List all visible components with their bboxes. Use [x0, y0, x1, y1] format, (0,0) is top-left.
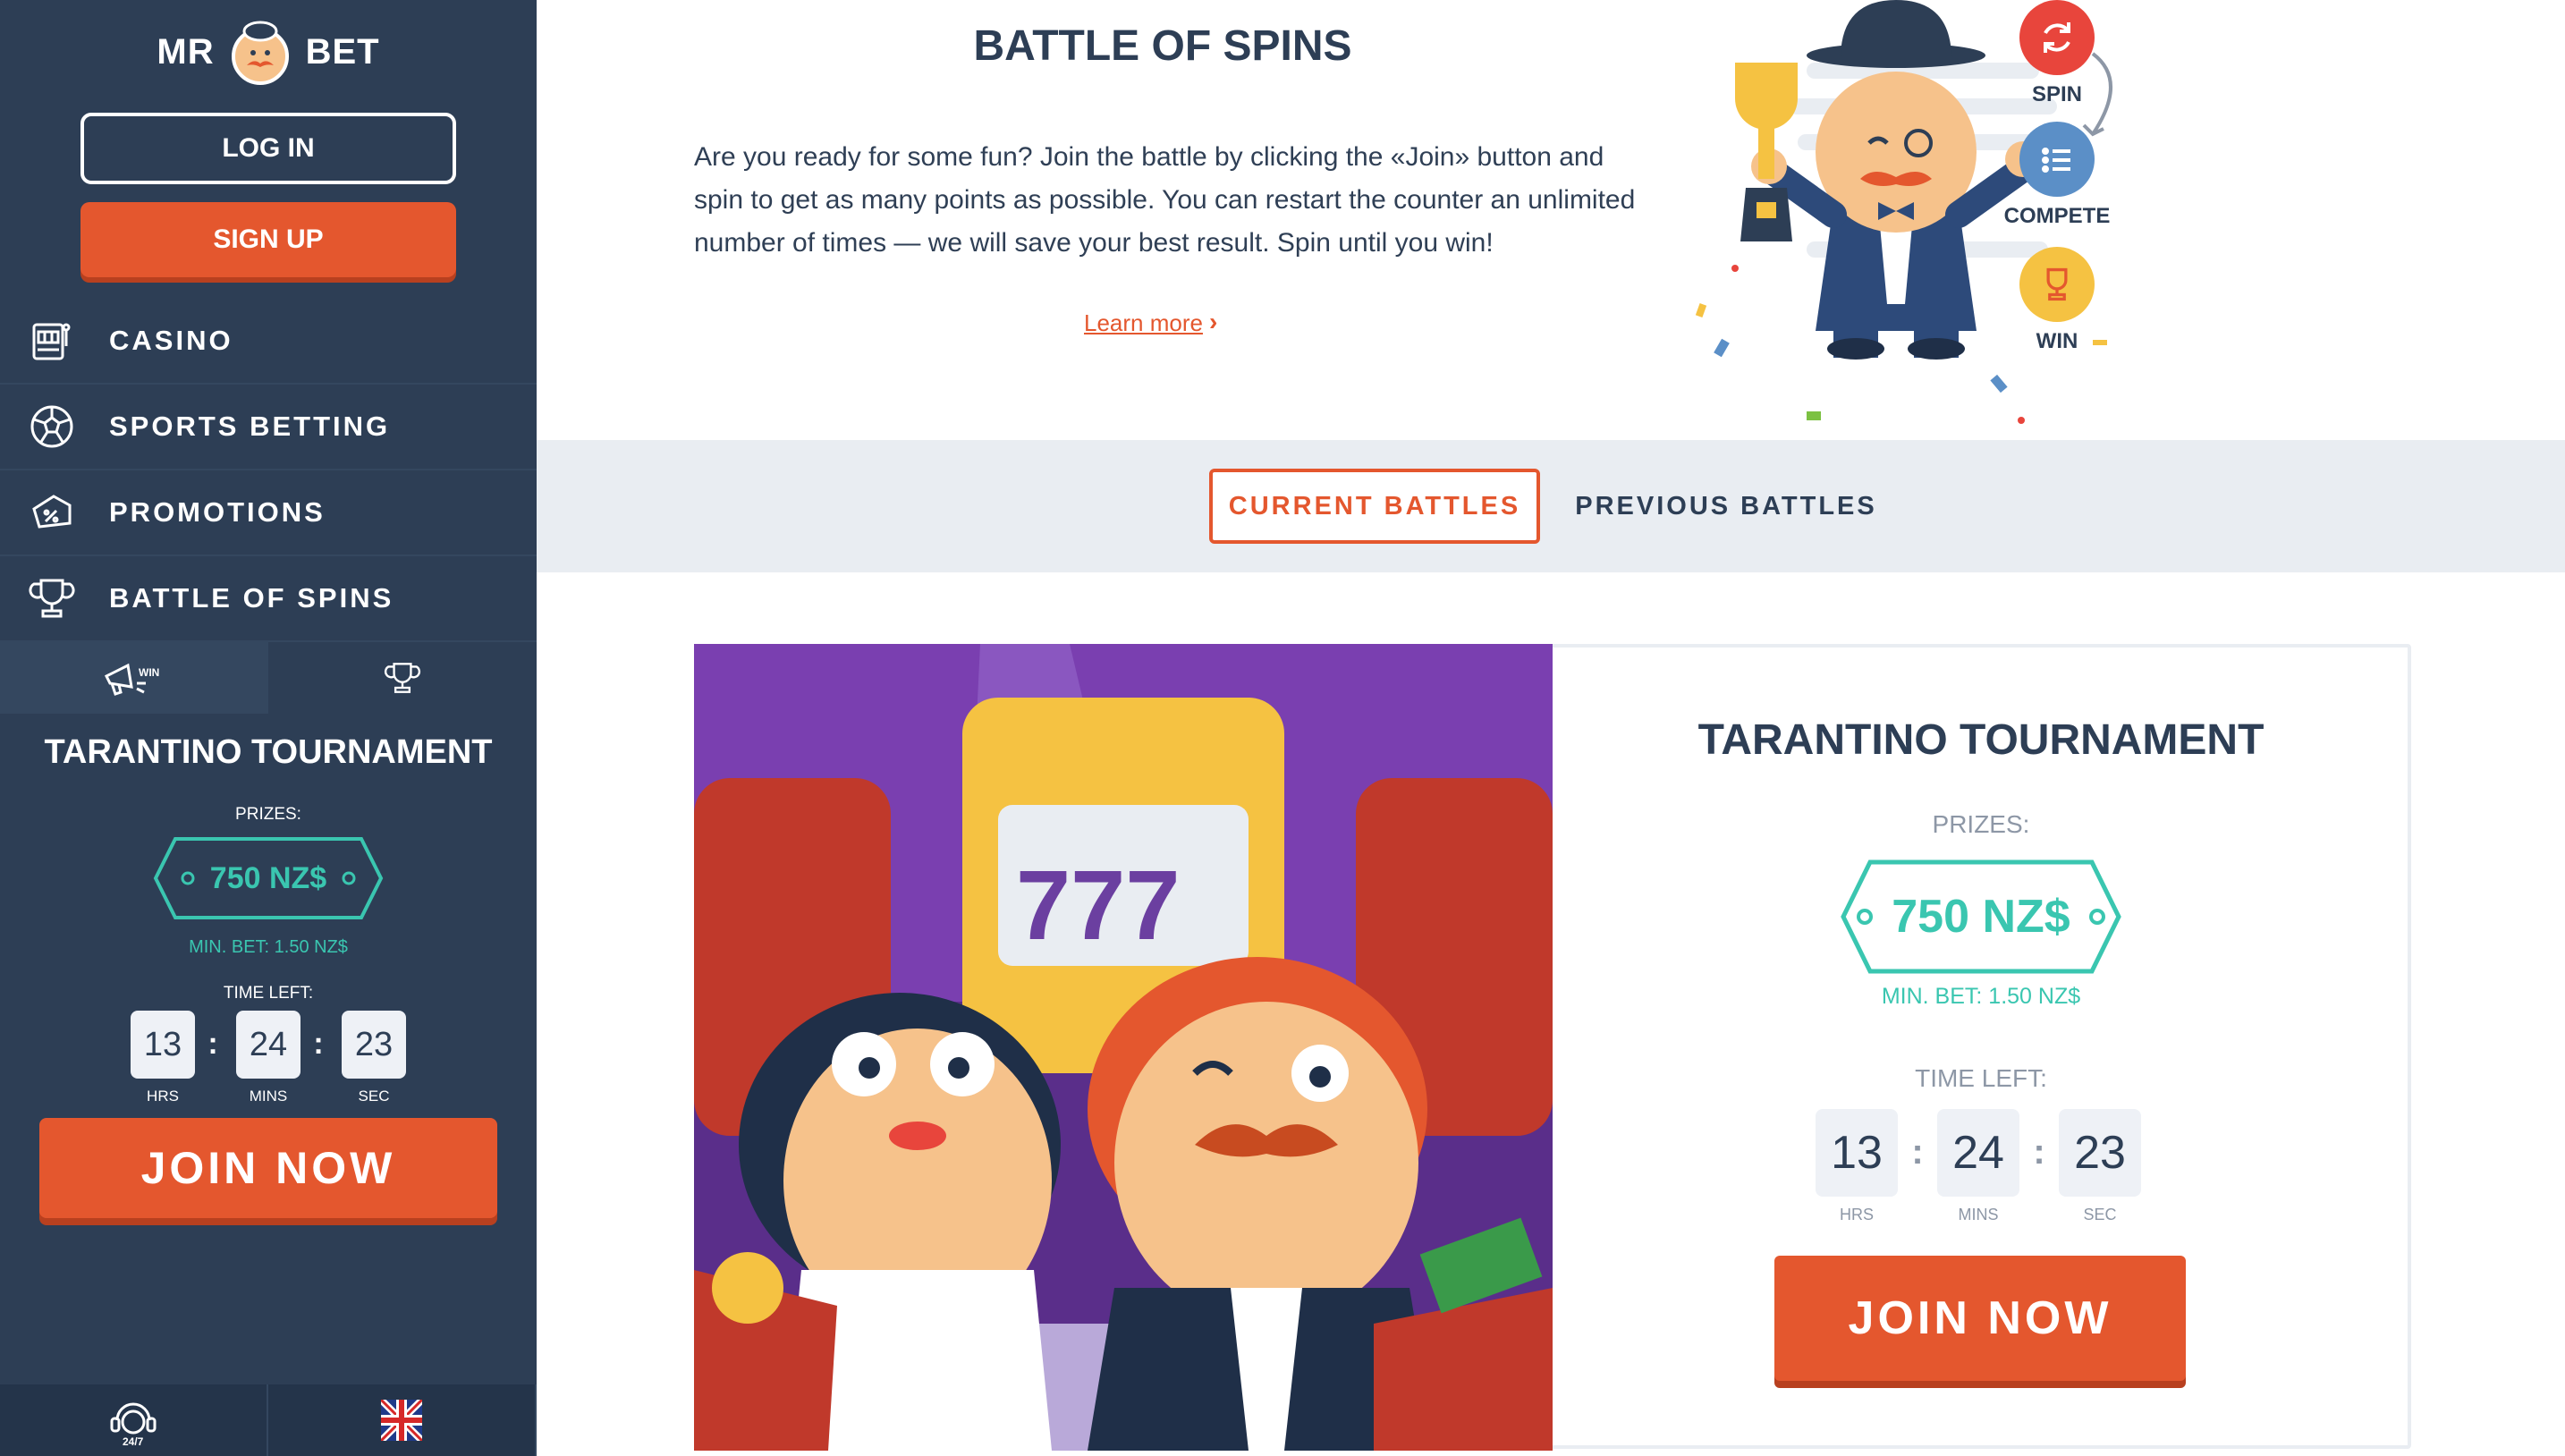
slot-reels-text: 777 [1016, 851, 1181, 961]
countdown-separator: : [2033, 1132, 2045, 1172]
tournament-min-bet: MIN. BET: 1.50 NZ$ [1881, 984, 2081, 1009]
countdown-minutes: 24 [236, 1011, 301, 1079]
nav-label: SPORTS BETTING [109, 411, 391, 442]
logo-text-right: BET [305, 31, 380, 72]
soccer-ball-icon [30, 405, 73, 448]
countdown-sec-label: SEC [358, 1088, 390, 1105]
trophy-icon [29, 579, 75, 618]
sidebar-prize-badge: 750 NZ$ [152, 835, 385, 921]
countdown-separator: : [313, 1027, 324, 1061]
nav-label: PROMOTIONS [109, 496, 326, 528]
countdown-hours: 13 [1816, 1109, 1898, 1197]
logo[interactable]: MR BET [0, 16, 537, 88]
tournament-join-now-button[interactable]: JOIN NOW [1774, 1256, 2186, 1381]
nav-item-battle-of-spins[interactable]: BATTLE OF SPINS [0, 556, 537, 642]
nav-label: CASINO [109, 325, 233, 356]
sidebar-prize-amount: 750 NZ$ [209, 860, 327, 895]
tournament-title: TARANTINO TOURNAMENT [1697, 716, 2264, 764]
tournament-time-left-label: TIME LEFT: [1915, 1064, 2047, 1092]
nav-item-casino[interactable]: CASINO [0, 299, 537, 385]
main-nav: CASINO SPORTS BETTING PROMOTIONS BATTLE … [0, 299, 537, 642]
tarantino-illustration: 777 [694, 644, 1553, 1451]
sidebar-time-left-label: TIME LEFT: [223, 984, 314, 1003]
nav-item-promotions[interactable]: PROMOTIONS [0, 470, 537, 556]
tournament-prize-badge: 750 NZ$ [1838, 857, 2124, 977]
countdown-separator: : [207, 1027, 218, 1061]
sidebar-join-now-button[interactable]: JOIN NOW [39, 1118, 497, 1218]
tournament-prizes-label: PRIZES: [1932, 810, 2030, 838]
hero-illustration: SPIN COMPETE WIN [1681, 0, 2129, 438]
login-button[interactable]: LOG IN [80, 113, 456, 184]
sidebar: MR BET LOG IN SIGN UP CASINO SPORTS BETT… [0, 0, 537, 1456]
mascot-logo-icon [231, 21, 289, 85]
svg-text:WIN: WIN [139, 666, 159, 679]
support-button[interactable]: 24/7 [0, 1384, 268, 1456]
sidebar-tabs: WIN [0, 642, 537, 714]
support-text: 24/7 [123, 1435, 144, 1447]
sidebar-countdown: 13 : 24 : 23 HRS MINS SEC [131, 1011, 408, 1109]
sidebar-footer: 24/7 [0, 1384, 537, 1456]
countdown-minutes: 24 [1937, 1109, 2019, 1197]
tournament-countdown: 13 : 24 : 23 HRS MINS SEC [1816, 1109, 2155, 1225]
support-24-7-icon: 24/7 [110, 1402, 157, 1447]
chevron-right-icon: › [1209, 308, 1218, 335]
percent-ticket-icon [32, 495, 72, 529]
tab-previous-battles[interactable]: PREVIOUS BATTLES [1556, 469, 1896, 544]
step-arrows-icon [2082, 52, 2112, 137]
step-label: WIN [2036, 329, 2078, 353]
page-description: Are you ready for some fun? Join the bat… [694, 142, 1636, 258]
battle-tabs-bar [537, 440, 2565, 572]
sidebar-prizes-label: PRIZES: [235, 805, 301, 824]
tournament-prize-amount: 750 NZ$ [1892, 891, 2070, 943]
countdown-hrs-label: HRS [147, 1088, 179, 1105]
signup-button[interactable]: SIGN UP [80, 202, 456, 277]
slot-machine-icon [32, 323, 71, 360]
trophy-icon [384, 663, 421, 693]
megaphone-win-icon: WIN [104, 663, 159, 696]
uk-flag-icon [381, 1400, 422, 1441]
countdown-sec-label: SEC [2083, 1206, 2117, 1223]
sidebar-min-bet: MIN. BET: 1.50 NZ$ [189, 937, 348, 957]
countdown-seconds: 23 [2059, 1109, 2141, 1197]
sidebar-tournament-title: TARANTINO TOURNAMENT [44, 733, 493, 771]
countdown-separator: : [1911, 1132, 1924, 1172]
nav-item-sports-betting[interactable]: SPORTS BETTING [0, 385, 537, 470]
sidebar-tab-tournaments[interactable] [268, 642, 537, 714]
page-title: BATTLE OF SPINS [973, 22, 1352, 70]
countdown-mins-label: MINS [249, 1088, 288, 1105]
tournament-image: 777 [694, 644, 1553, 1451]
nav-label: BATTLE OF SPINS [109, 582, 394, 614]
countdown-hrs-label: HRS [1839, 1206, 1874, 1223]
countdown-seconds: 23 [342, 1011, 406, 1079]
tab-current-battles[interactable]: CURRENT BATTLES [1209, 469, 1540, 544]
language-selector[interactable] [268, 1384, 537, 1456]
countdown-hours: 13 [131, 1011, 195, 1079]
countdown-mins-label: MINS [1958, 1206, 1999, 1223]
logo-text-left: MR [157, 31, 215, 72]
learn-more-link[interactable]: Learn more [1084, 309, 1203, 337]
sidebar-tab-promos[interactable]: WIN [0, 642, 268, 714]
